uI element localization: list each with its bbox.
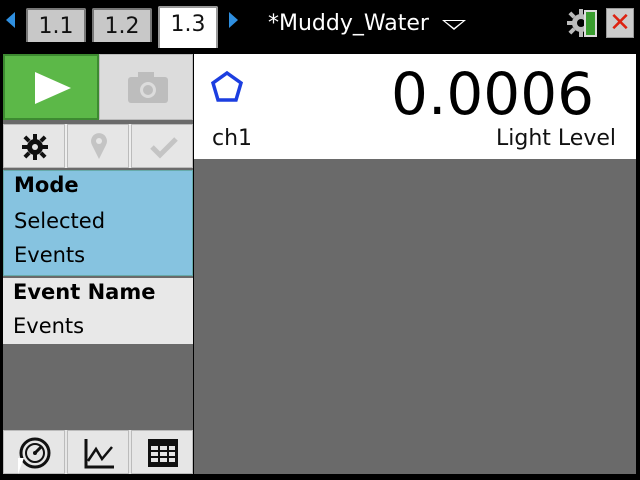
mode-selector[interactable]: Mode Selected Events xyxy=(3,170,193,276)
tab-1-2[interactable]: 1.2 xyxy=(92,8,152,42)
play-icon xyxy=(35,72,71,104)
collection-setup-button[interactable] xyxy=(3,124,65,168)
table-view-button[interactable] xyxy=(131,430,193,474)
event-name-field[interactable]: Event Name Events xyxy=(3,278,193,344)
battery-icon xyxy=(584,10,597,37)
camera-icon xyxy=(128,72,168,103)
pentagon-marker-icon xyxy=(210,70,244,102)
mode-value-line1: Selected xyxy=(14,209,106,233)
mode-value-line2: Events xyxy=(14,243,86,267)
previous-page-arrow-icon[interactable] xyxy=(6,12,15,28)
snapshot-button[interactable] xyxy=(99,54,193,120)
event-name-heading: Event Name xyxy=(13,280,156,304)
document-menu-chevron-icon[interactable] xyxy=(442,20,466,30)
checkmark-icon xyxy=(150,137,178,159)
data-collection-sidebar: Mode Selected Events Event Name Events xyxy=(3,54,193,474)
meter-view-area: 0.0006 ch1 Light Level xyxy=(194,54,636,474)
mouse-pointer-icon xyxy=(18,458,24,474)
view-switcher xyxy=(3,430,193,474)
sensor-name-label: Light Level xyxy=(496,126,616,151)
graph-view-button[interactable] xyxy=(67,430,129,474)
close-button[interactable]: ✕ xyxy=(606,8,634,38)
meter-gauge-icon xyxy=(19,437,51,469)
gear-icon xyxy=(22,134,48,160)
sensor-meter[interactable]: 0.0006 ch1 Light Level xyxy=(194,54,636,159)
keep-point-button[interactable] xyxy=(131,124,193,168)
sensor-reading-value: 0.0006 xyxy=(391,60,594,128)
tab-1-3[interactable]: 1.3 xyxy=(158,6,218,48)
start-collection-button[interactable] xyxy=(3,54,99,120)
table-icon xyxy=(148,439,178,467)
mark-point-button[interactable] xyxy=(67,124,129,168)
location-pin-icon xyxy=(91,133,107,159)
mode-heading: Mode xyxy=(14,173,79,197)
tool-row xyxy=(3,124,193,168)
graph-icon xyxy=(84,439,114,469)
next-page-arrow-icon[interactable] xyxy=(229,12,238,28)
event-name-value: Events xyxy=(13,314,85,338)
meter-view-button[interactable] xyxy=(3,430,65,474)
document-title[interactable]: *Muddy_Water xyxy=(268,10,429,38)
top-bar: 1.1 1.2 1.3 *Muddy_Water ✕ xyxy=(0,0,640,50)
tab-1-1[interactable]: 1.1 xyxy=(26,8,86,42)
channel-label: ch1 xyxy=(212,126,253,151)
